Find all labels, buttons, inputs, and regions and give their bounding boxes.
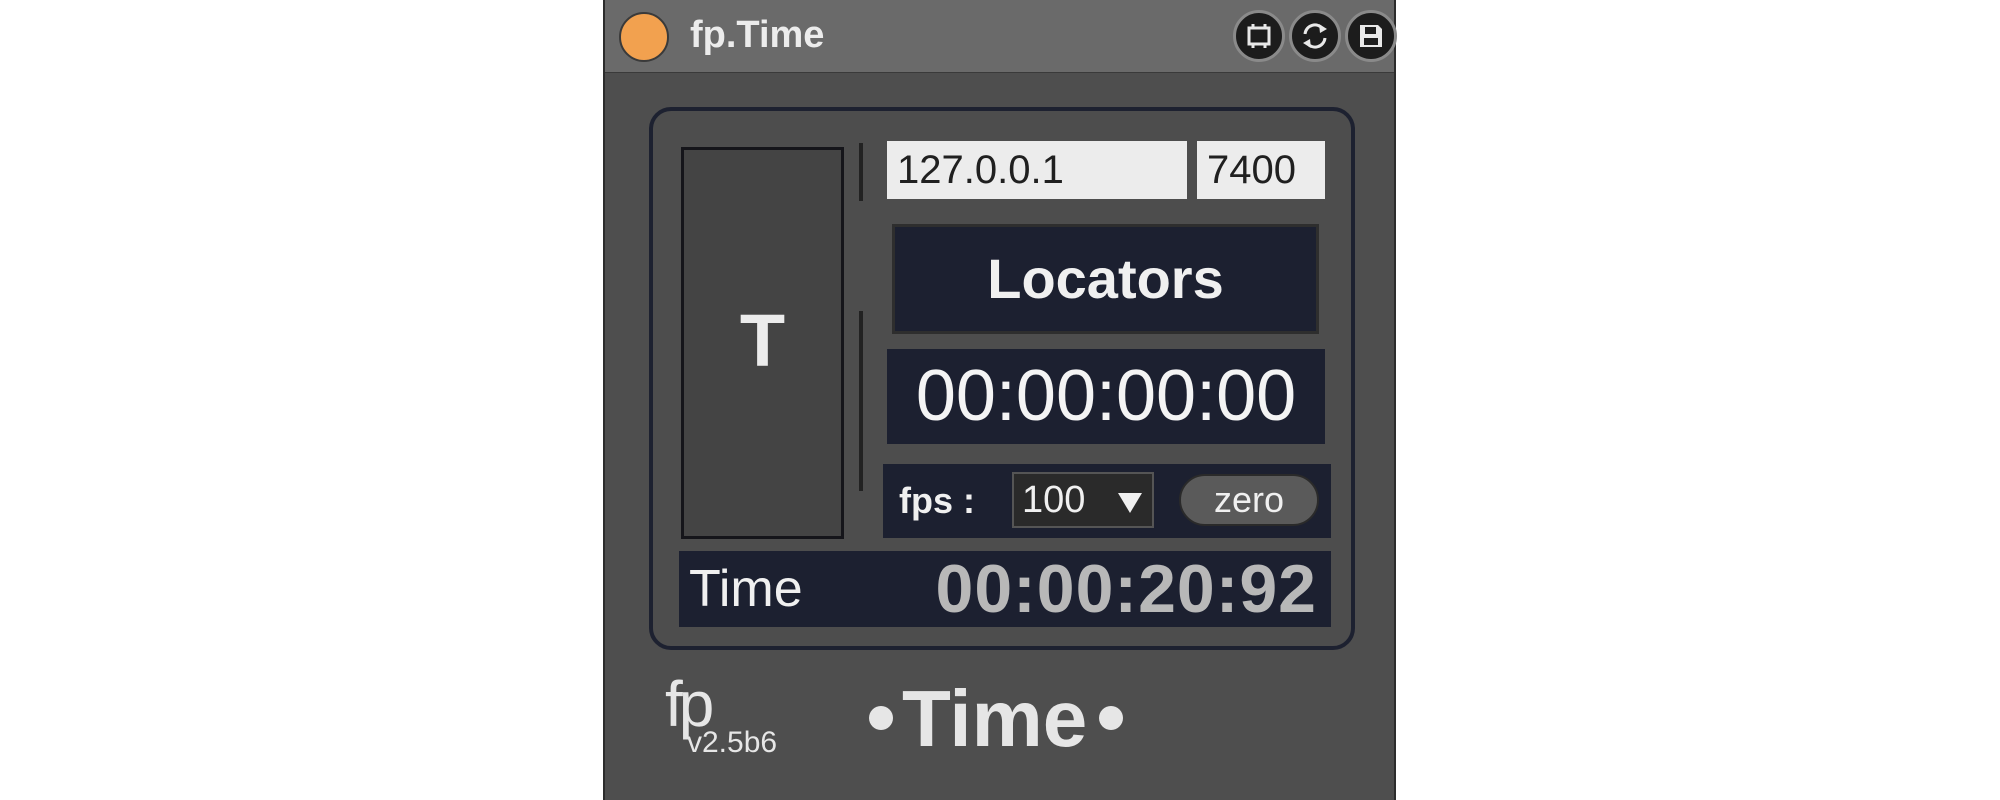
divider-line [859,143,863,201]
ip-address-field[interactable]: 127.0.0.1 [887,141,1187,199]
port-field[interactable]: 7400 [1197,141,1325,199]
logo-dot-right [1099,706,1123,730]
refresh-icon [1303,23,1327,49]
refresh-button[interactable] [1289,10,1341,62]
save-button[interactable] [1345,10,1397,62]
time-label: Time [689,560,803,618]
fps-dropdown[interactable]: 100 [1012,472,1154,528]
time-value: 00:00:20:92 [935,551,1317,627]
locators-button[interactable]: Locators [892,224,1319,334]
divider-line [859,311,863,491]
zero-button[interactable]: zero [1179,474,1319,526]
main-panel: T 127.0.0.1 7400 Locators 00:00:00:00 fp… [649,107,1355,650]
time-display-bar: Time 00:00:20:92 [679,551,1331,627]
device-title: fp.Time [690,14,825,56]
window-icon [1247,24,1271,48]
device-window: fp.Time T 127.0.0.1 7400 Locators 00:00:… [603,0,1397,800]
fps-label: fps : [899,480,975,521]
save-icon [1360,25,1382,47]
dropdown-arrow-icon [1118,493,1142,513]
device-logo-text: Time [902,674,1088,763]
device-on-toggle[interactable] [619,12,669,62]
title-bar: fp.Time [605,0,1397,73]
time-mode-box[interactable]: T [681,147,844,539]
time-mode-letter: T [739,299,786,382]
locator-timecode-display: 00:00:00:00 [887,349,1325,444]
window-button[interactable] [1233,10,1285,62]
fps-value: 100 [1022,479,1086,521]
fps-bar: fps : 100 zero [883,464,1331,538]
logo-dot-left [869,706,893,730]
version-label: v2.5b6 [687,726,778,759]
